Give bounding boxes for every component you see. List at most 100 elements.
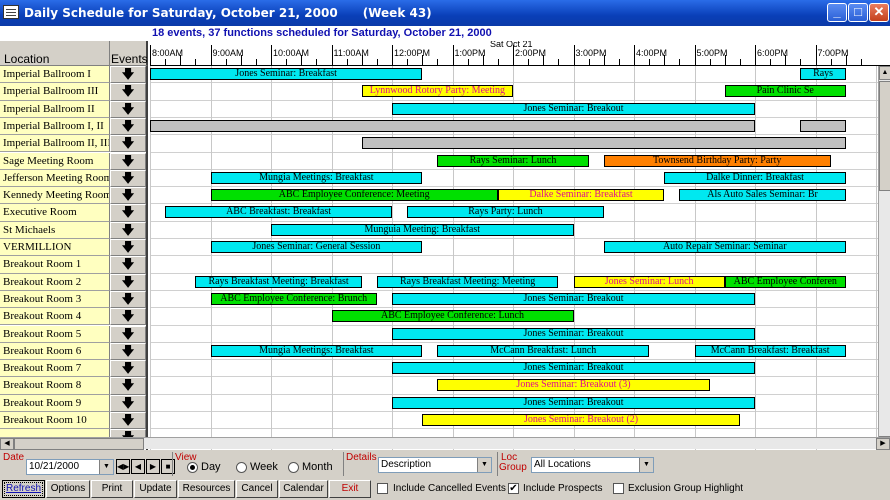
event-bar[interactable]: Rays Breakfast Meeting: Breakfast	[195, 275, 362, 288]
print-button[interactable]: Print	[91, 480, 133, 498]
include-cancelled-label[interactable]: Include Cancelled Events	[393, 483, 506, 494]
maximize-button[interactable]: □	[848, 3, 868, 22]
location-group-dropdown-icon[interactable]: ▼	[639, 458, 653, 472]
events-arrow-icon[interactable]: 🡇	[110, 273, 146, 291]
events-arrow-icon[interactable]: 🡇	[110, 204, 146, 222]
event-bar[interactable]: Mungia Meetings: Breakfast	[210, 171, 423, 184]
event-bar[interactable]: Auto Repair Seminar: Seminar	[603, 241, 846, 253]
scroll-right-icon[interactable]: ▶	[876, 438, 890, 450]
close-button[interactable]: ✕	[869, 3, 889, 22]
event-bar[interactable]	[150, 119, 755, 132]
event-bar[interactable]: Rays Party: Lunch	[407, 206, 604, 219]
location-row[interactable]: Kennedy Meeting Room	[0, 187, 110, 205]
event-bar[interactable]: Munguia Meeting: Breakfast	[271, 223, 574, 236]
events-arrow-icon[interactable]: 🡇	[110, 239, 146, 257]
location-row[interactable]: Sage Meeting Room	[0, 152, 110, 170]
event-bar[interactable]: Townsend Birthday Party: Party	[603, 154, 831, 167]
update-button[interactable]: Update	[134, 480, 177, 498]
horizontal-scrollbar[interactable]: ◀ ▶	[0, 437, 890, 450]
event-bar[interactable]: McCann Breakfast: Lunch	[437, 344, 650, 357]
location-row[interactable]: Breakout Room 7	[0, 360, 110, 378]
exclusion-highlight-label[interactable]: Exclusion Group Highlight	[628, 483, 743, 494]
location-row[interactable]: Executive Room	[0, 204, 110, 222]
events-arrow-icon[interactable]: 🡇	[110, 187, 146, 205]
location-row[interactable]: Breakout Room 6	[0, 342, 110, 361]
nav-prev-button[interactable]: ◀	[131, 459, 145, 474]
event-bar[interactable]	[361, 137, 846, 150]
view-month-label[interactable]: Month	[302, 461, 333, 473]
location-row[interactable]: Breakout Room 2	[0, 273, 110, 291]
location-row[interactable]: Jefferson Meeting Room	[0, 169, 110, 188]
event-bar[interactable]: Pain Clinic Se	[724, 85, 846, 98]
events-arrow-icon[interactable]: 🡇	[110, 66, 146, 84]
event-bar[interactable]: Rays	[800, 68, 846, 80]
events-arrow-icon[interactable]: 🡇	[110, 169, 146, 188]
events-arrow-icon[interactable]: 🡇	[110, 256, 146, 274]
event-bar[interactable]: Rays Seminar: Lunch	[437, 154, 589, 167]
refresh-button[interactable]: Refresh	[2, 480, 45, 498]
exclusion-highlight-checkbox[interactable]	[613, 483, 624, 494]
view-day-label[interactable]: Day	[201, 461, 221, 473]
event-bar[interactable]: Als Auto Sales Seminar: Br	[679, 189, 846, 202]
location-column-header[interactable]: Location	[0, 41, 110, 66]
include-prospects-label[interactable]: Include Prospects	[523, 483, 603, 494]
event-bar[interactable]	[800, 119, 846, 132]
event-bar[interactable]: Rays Breakfast Meeting: Meeting	[376, 275, 559, 288]
nav-next-button[interactable]: ▶	[146, 459, 160, 474]
event-bar[interactable]: Jones Seminar: Breakout (3)	[437, 379, 710, 392]
event-bar[interactable]: ABC Employee Conferen	[724, 275, 846, 288]
view-day-radio[interactable]	[187, 462, 198, 473]
title-bar[interactable]: Daily Schedule for Saturday, October 21,…	[0, 0, 890, 26]
date-picker[interactable]: 10/21/2000 ▼	[26, 459, 114, 475]
location-group-select[interactable]: All Locations ▼	[531, 457, 654, 473]
scroll-left-icon[interactable]: ◀	[0, 438, 14, 450]
event-bar[interactable]: McCann Breakfast: Breakfast	[694, 344, 846, 357]
event-bar[interactable]: Jones Seminar: Breakout	[392, 362, 755, 375]
location-row[interactable]: VERMILLION	[0, 239, 110, 257]
event-bar[interactable]: Mungia Meetings: Breakfast	[210, 344, 423, 357]
include-prospects-checkbox[interactable]: ✔	[508, 483, 519, 494]
resources-button[interactable]: Resources	[178, 480, 235, 498]
events-arrow-icon[interactable]: 🡇	[110, 152, 146, 170]
location-row[interactable]: Breakout Room 4	[0, 308, 110, 326]
event-bar[interactable]: Dalke Seminar: Breakfast	[497, 189, 665, 202]
event-bar[interactable]: Jones Seminar: Breakout	[392, 396, 755, 409]
events-arrow-icon[interactable]: 🡇	[110, 100, 146, 118]
event-bar[interactable]: ABC Employee Conference: Meeting	[210, 189, 498, 202]
location-row[interactable]: Imperial Ballroom I, II	[0, 117, 110, 136]
event-bar[interactable]: Dalke Dinner: Breakfast	[664, 171, 846, 184]
location-row[interactable]: Breakout Room 9	[0, 394, 110, 412]
minimize-button[interactable]: _	[827, 3, 847, 22]
events-column-header[interactable]: Events	[110, 41, 148, 66]
events-arrow-icon[interactable]: 🡇	[110, 412, 146, 430]
location-row[interactable]: Breakout Room 8	[0, 377, 110, 395]
location-row[interactable]: Breakout Room 10	[0, 412, 110, 430]
options-button[interactable]: Options	[46, 480, 90, 498]
location-row[interactable]: Breakout Room 3	[0, 290, 110, 309]
details-select[interactable]: Description ▼	[378, 457, 492, 473]
event-bar[interactable]: Jones Seminar: Breakout	[392, 292, 755, 305]
cancel-button[interactable]: Cancel	[236, 480, 278, 498]
view-week-label[interactable]: Week	[250, 461, 278, 473]
event-bar[interactable]: Jones Seminar: Breakout	[392, 327, 755, 340]
events-arrow-icon[interactable]: 🡇	[110, 135, 146, 153]
event-bar[interactable]: Jones Seminar: Breakout (2)	[422, 414, 740, 426]
exit-button[interactable]: Exit	[329, 480, 371, 498]
horizontal-scroll-thumb[interactable]	[14, 438, 144, 450]
date-dropdown-icon[interactable]: ▼	[99, 460, 113, 474]
events-arrow-icon[interactable]: 🡇	[110, 377, 146, 395]
calendar-button[interactable]: Calendar	[279, 480, 328, 498]
location-row[interactable]: Imperial Ballroom I	[0, 66, 110, 84]
events-arrow-icon[interactable]: 🡇	[110, 342, 146, 361]
event-bar[interactable]: ABC Breakfast: Breakfast	[165, 206, 392, 219]
event-bar[interactable]: Lynnwood Rotory Party: Meeting	[361, 85, 513, 98]
include-cancelled-checkbox[interactable]	[377, 483, 388, 494]
location-row[interactable]: Breakout Room 5	[0, 325, 110, 343]
event-bar[interactable]: Jones Seminar: Lunch	[573, 275, 725, 288]
events-arrow-icon[interactable]: 🡇	[110, 290, 146, 309]
event-bar[interactable]: ABC Employee Conference: Brunch	[210, 292, 377, 305]
events-arrow-icon[interactable]: 🡇	[110, 221, 146, 239]
view-month-radio[interactable]	[288, 462, 299, 473]
location-row[interactable]: St Michaels	[0, 221, 110, 239]
events-arrow-icon[interactable]: 🡇	[110, 394, 146, 412]
